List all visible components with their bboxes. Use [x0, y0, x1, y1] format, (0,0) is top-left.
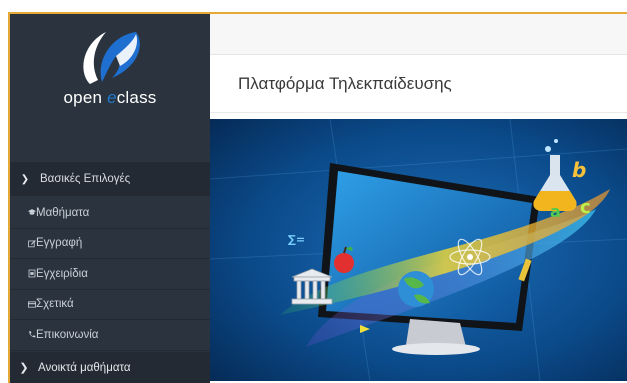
- sidebar-item-courses[interactable]: Μαθήματα: [10, 198, 210, 229]
- edit-icon: [10, 238, 36, 249]
- hero-banner: b a c ∑=: [210, 119, 627, 381]
- svg-text:b: b: [572, 158, 586, 182]
- logo[interactable]: open eclass: [10, 14, 210, 162]
- logo-text: open eclass: [63, 88, 157, 107]
- svg-text:a: a: [550, 202, 561, 221]
- title-divider: [210, 112, 627, 113]
- section-open-courses[interactable]: ❯ Ανοικτά μαθήματα: [10, 352, 210, 383]
- sidebar: open eclass ❯ Βασικές Επιλογές Μαθήματα …: [10, 14, 210, 383]
- sidebar-item-label: Σχετικά: [36, 298, 74, 311]
- document-icon: [10, 268, 36, 279]
- svg-text:c: c: [580, 197, 591, 218]
- sidebar-item-label: Επικοινωνία: [36, 328, 99, 341]
- card-icon: [10, 299, 36, 310]
- phone-icon: [10, 329, 36, 340]
- eclass-logo-icon: [83, 32, 140, 84]
- page-title: Πλατφόρμα Τηλεκπαίδευσης: [238, 74, 452, 93]
- graduation-cap-icon: [10, 207, 36, 218]
- section-basic-options-label: Βασικές Επιλογές: [40, 173, 131, 185]
- sidebar-menu: Μαθήματα Εγγραφή Εγχειρίδια Σχετικά Επικ…: [10, 198, 210, 351]
- svg-text:∑=: ∑=: [288, 233, 305, 246]
- sidebar-item-contact[interactable]: Επικοινωνία: [10, 320, 210, 351]
- sidebar-item-manuals[interactable]: Εγχειρίδια: [10, 259, 210, 290]
- sidebar-item-label: Μαθήματα: [36, 206, 90, 219]
- section-basic-options[interactable]: ❯ Βασικές Επιλογές: [10, 162, 210, 196]
- elearning-illustration: b a c ∑=: [210, 119, 627, 381]
- sidebar-item-register[interactable]: Εγγραφή: [10, 229, 210, 259]
- sidebar-item-label: Εγχειρίδια: [36, 267, 88, 280]
- top-bar: [210, 14, 627, 55]
- chevron-down-icon: ❯: [20, 173, 30, 185]
- sidebar-item-label: Εγγραφή: [36, 237, 83, 250]
- section-open-courses-label: Ανοικτά μαθήματα: [38, 361, 131, 374]
- sidebar-item-about[interactable]: Σχετικά: [10, 290, 210, 320]
- chevron-right-icon: ❯: [19, 362, 29, 374]
